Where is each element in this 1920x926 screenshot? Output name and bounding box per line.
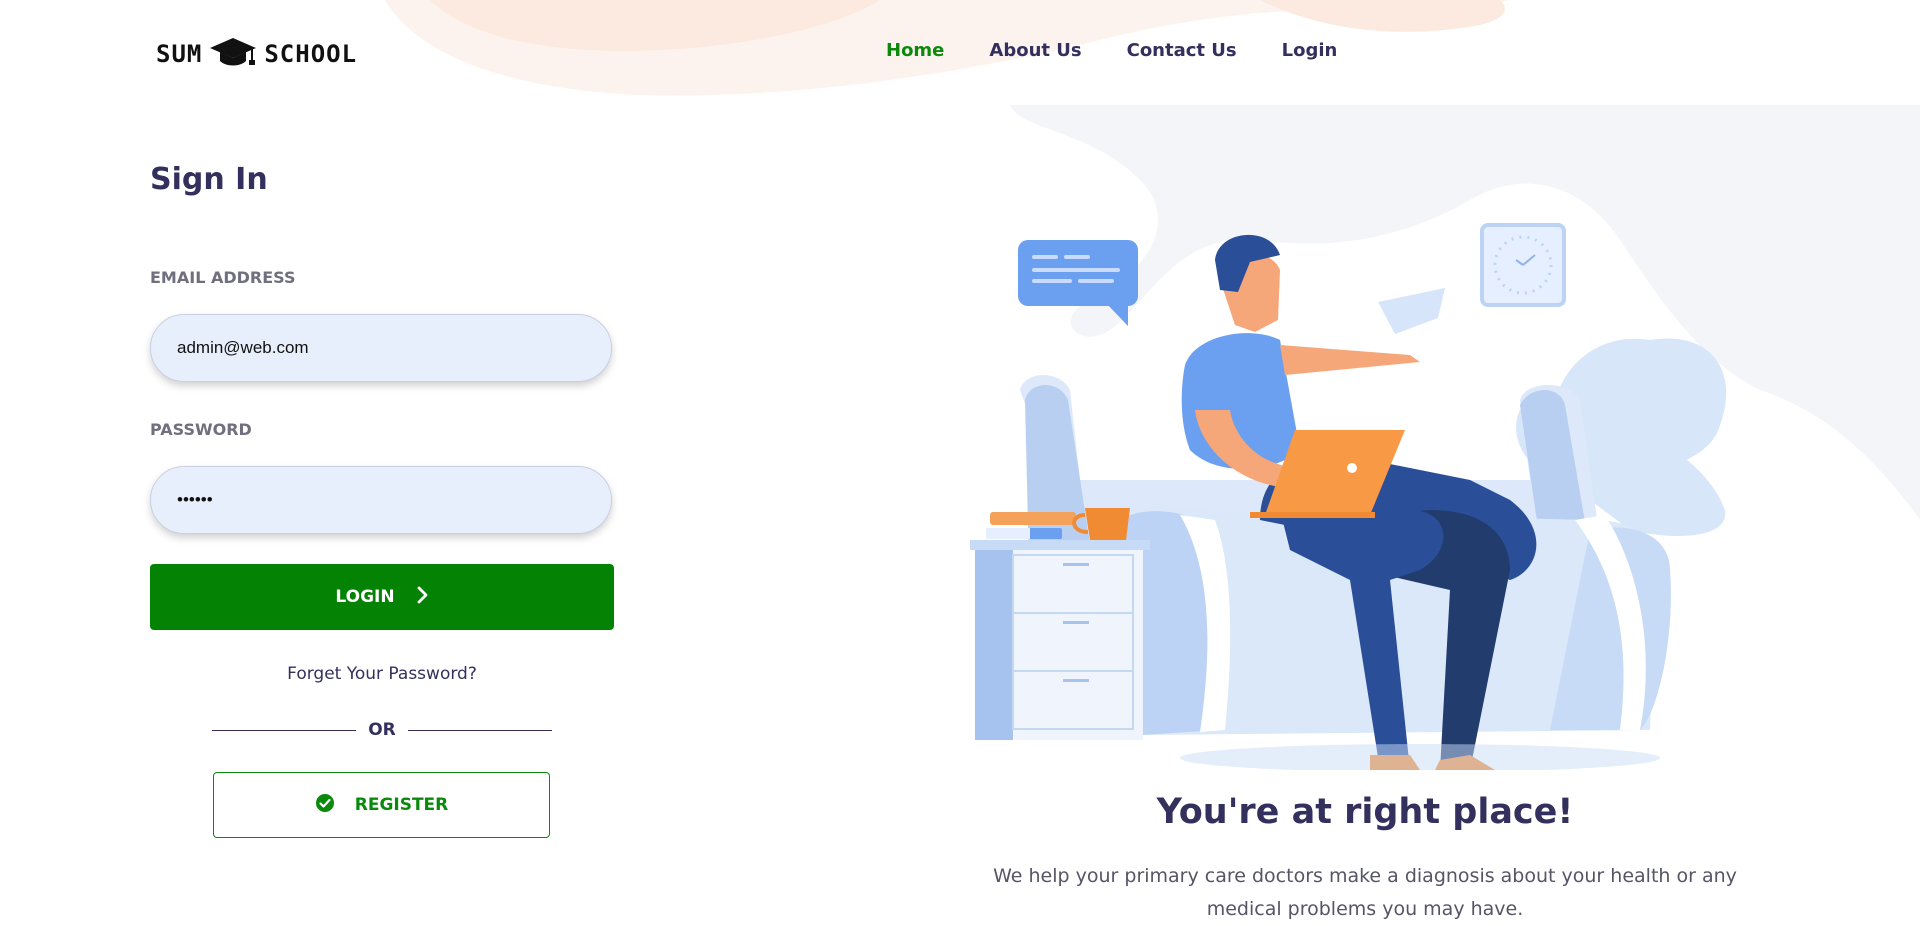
login-button[interactable]: LOGIN <box>150 564 614 630</box>
books-icon <box>990 512 1076 525</box>
main-nav: Home About Us Contact Us Login <box>886 40 1337 61</box>
chat-bubble-icon <box>1018 240 1138 326</box>
forgot-password-link[interactable]: Forget Your Password? <box>150 664 614 684</box>
nav-login[interactable]: Login <box>1282 40 1338 61</box>
divider-line-left <box>212 729 357 731</box>
side-table <box>970 540 1150 550</box>
graduation-cap-icon <box>208 36 258 72</box>
password-label: PASSWORD <box>150 420 252 439</box>
email-label: EMAIL ADDRESS <box>150 268 296 287</box>
nav-contact-us[interactable]: Contact Us <box>1127 40 1237 61</box>
login-button-label: LOGIN <box>335 587 395 607</box>
or-divider: OR <box>212 720 553 740</box>
brand-logo[interactable]: SUM SCHOOL <box>156 36 357 72</box>
promo-heading: You're at right place! <box>1156 792 1574 832</box>
hero-illustration <box>970 223 1727 770</box>
register-button[interactable]: REGISTER <box>213 772 550 838</box>
check-circle-icon <box>315 793 335 818</box>
page-title: Sign In <box>150 162 268 197</box>
nav-home[interactable]: Home <box>886 40 944 61</box>
brand-name-right: SCHOOL <box>264 40 358 68</box>
divider-line-right <box>407 729 553 731</box>
clock-icon <box>1480 223 1566 307</box>
sign-in-form: Sign In EMAIL ADDRESS PASSWORD LOGIN For… <box>150 162 614 838</box>
register-button-label: REGISTER <box>354 795 449 815</box>
cup-icon <box>1085 508 1130 540</box>
paper-plane-icon <box>1378 288 1445 334</box>
email-field[interactable] <box>150 314 612 382</box>
brand-name-left: SUM <box>156 40 203 68</box>
or-text: OR <box>368 720 396 740</box>
chevron-right-icon <box>417 586 429 609</box>
nav-about-us[interactable]: About Us <box>989 40 1081 61</box>
password-field[interactable] <box>150 466 612 534</box>
site-header: SUM SCHOOL Home About Us Contact Us Logi… <box>0 0 1920 105</box>
promo-description: We help your primary care doctors make a… <box>993 865 1737 920</box>
